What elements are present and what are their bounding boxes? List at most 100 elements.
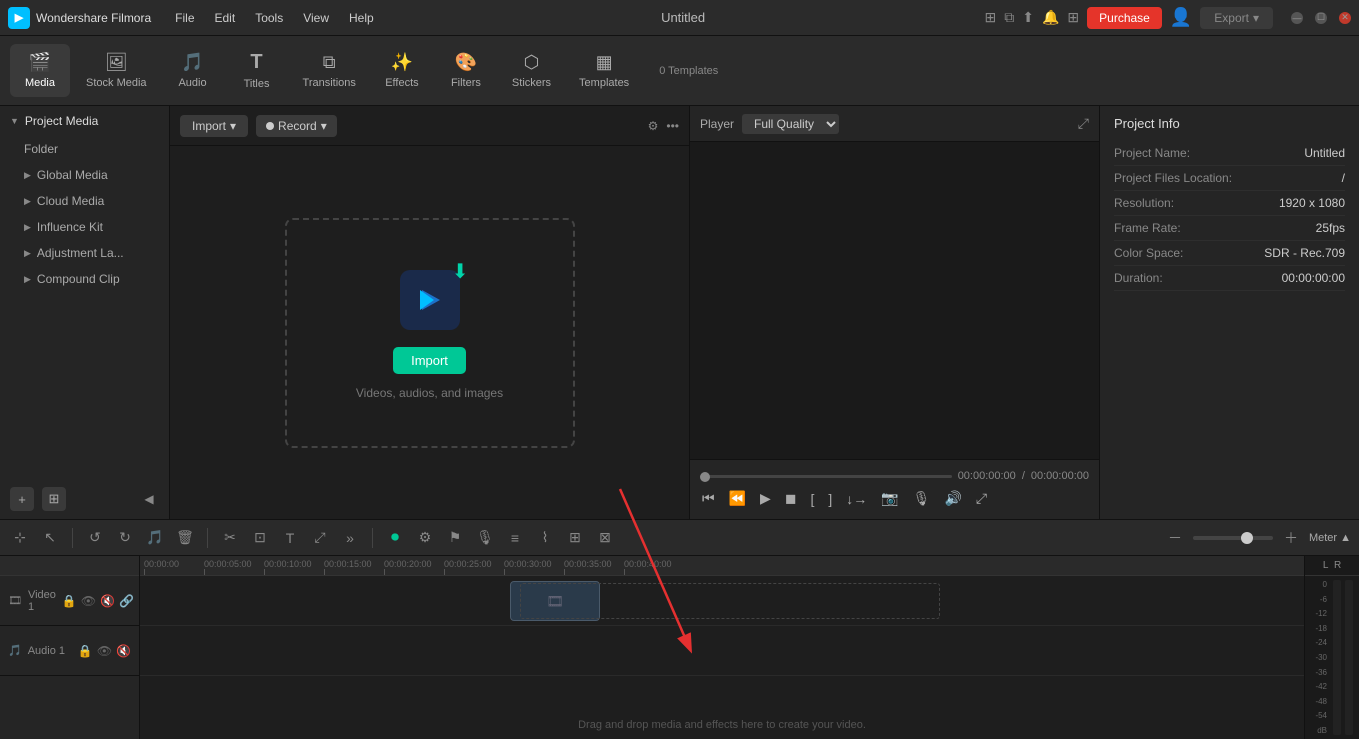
cloud-media-label: Cloud Media (37, 194, 104, 208)
avatar-icon[interactable]: 👤 (1170, 7, 1192, 28)
tl-merge[interactable]: ⊞ (563, 526, 587, 550)
tl-select-tool[interactable]: ⊹ (8, 526, 32, 550)
volume-button[interactable]: 🔊 (942, 488, 963, 509)
tl-text[interactable]: T (278, 526, 302, 550)
meter-bars: 0 -6 -12 -18 -24 -30 -36 -42 -48 -54 dB (1305, 576, 1359, 739)
record-button[interactable]: Record ▾ (256, 115, 337, 137)
add-folder-button[interactable]: + (10, 487, 34, 511)
icon-resize[interactable]: ⊞ (985, 9, 997, 26)
seek-bar[interactable]: 00:00:00:00 / 00:00:00:00 (700, 470, 1089, 482)
track-video1[interactable]: 🎞 (140, 576, 1304, 626)
influence-kit-item[interactable]: ▶ Influence Kit (0, 214, 169, 240)
compound-clip-item[interactable]: ▶ Compound Clip (0, 266, 169, 292)
tl-audio-track[interactable]: ≡ (503, 526, 527, 550)
zoom-slider[interactable] (1193, 536, 1273, 540)
zoom-track[interactable] (1193, 536, 1273, 540)
add-to-timeline-button[interactable]: ↓→ (844, 489, 869, 509)
tab-stickers[interactable]: ⬡ Stickers (500, 44, 563, 97)
track-audio1[interactable] (140, 626, 1304, 676)
fullscreen-icon[interactable]: ⤢ (1078, 115, 1089, 131)
tab-titles[interactable]: T Titles (227, 43, 287, 98)
prev-frame-button[interactable]: ⏮ (700, 488, 717, 509)
icon-upload[interactable]: ⬆ (1022, 9, 1034, 26)
video-link-icon[interactable]: 🔗 (119, 594, 134, 608)
tl-redo[interactable]: ↻ (113, 526, 137, 550)
stop-button[interactable]: ◼ (783, 488, 799, 509)
tab-effects[interactable]: ✨ Effects (372, 44, 432, 97)
audio-eye-icon[interactable]: 👁 (97, 644, 112, 658)
tl-zoom-out[interactable]: － (1163, 526, 1187, 550)
icon-bell[interactable]: 🔔 (1042, 9, 1059, 26)
media-drop-zone[interactable]: ⬇ Import Videos, audios, and images (170, 146, 689, 519)
global-media-item[interactable]: ▶ Global Media (0, 162, 169, 188)
tl-audio-detach[interactable]: 🎵 (143, 526, 167, 550)
tl-cut[interactable]: ✂ (218, 526, 242, 550)
timeline-right-controls: － ＋ Meter ▲ (1163, 526, 1351, 550)
video-eye-icon[interactable]: 👁 (81, 594, 96, 608)
icon-copy[interactable]: ⧉ (1004, 9, 1014, 26)
seek-thumb[interactable] (700, 472, 710, 482)
mark-in-button[interactable]: [ (808, 489, 816, 509)
tl-mic[interactable]: 🎙 (473, 526, 497, 550)
zoom-thumb[interactable] (1241, 532, 1253, 544)
tl-zoom-in[interactable]: ＋ (1279, 526, 1303, 550)
add-item-button[interactable]: ⊞ (42, 487, 66, 511)
video-lock-icon[interactable]: 🔒 (62, 594, 77, 608)
tab-audio[interactable]: 🎵 Audio (163, 44, 223, 97)
project-media-header[interactable]: ▼ Project Media (0, 106, 169, 136)
tl-fit[interactable]: ⤢ (308, 526, 332, 550)
tl-delete[interactable]: 🗑 (173, 526, 197, 550)
purchase-button[interactable]: Purchase (1087, 7, 1162, 29)
menu-edit[interactable]: Edit (207, 7, 244, 29)
video-drop-zone[interactable] (520, 583, 940, 619)
menu-view[interactable]: View (295, 7, 337, 29)
tl-scale-down[interactable]: ⊠ (593, 526, 617, 550)
tab-templates[interactable]: ▦ Templates (567, 44, 641, 97)
tl-record-btn[interactable]: ⏺ (383, 526, 407, 550)
tl-split[interactable]: ⌇ (533, 526, 557, 550)
quality-select[interactable]: Full Quality 1/2 Quality 1/4 Quality (742, 114, 839, 134)
menu-file[interactable]: File (167, 7, 202, 29)
collapse-panel-button[interactable]: ◀ (139, 489, 159, 509)
adjustment-layer-item[interactable]: ▶ Adjustment La... (0, 240, 169, 266)
import-button[interactable]: Import ▾ (180, 115, 248, 137)
folder-item[interactable]: Folder (0, 136, 169, 162)
import-big-button[interactable]: Import (393, 347, 466, 374)
mark-out-button[interactable]: ] (826, 489, 834, 509)
tl-flag[interactable]: ⚑ (443, 526, 467, 550)
0-templates-badge: 0 Templates (659, 65, 718, 77)
tab-stock-media[interactable]: 🖼 Stock Media (74, 44, 159, 97)
more-options-icon[interactable]: ••• (666, 119, 679, 133)
timeline-ruler[interactable]: 00:00:00 00:00:05:00 00:00:10:00 00:00:1… (140, 556, 1304, 576)
icon-grid[interactable]: ⊞ (1067, 9, 1079, 26)
audio-mute-icon[interactable]: 🔇 (116, 644, 131, 658)
maximize-button[interactable]: ☐ (1315, 12, 1327, 24)
cloud-media-item[interactable]: ▶ Cloud Media (0, 188, 169, 214)
menu-tools[interactable]: Tools (247, 7, 291, 29)
tab-filters[interactable]: 🎨 Filters (436, 44, 496, 97)
zoom-fit-button[interactable]: ⤢ (974, 488, 989, 509)
voiceover-button[interactable]: 🎙 (911, 488, 933, 509)
menu-help[interactable]: Help (341, 7, 382, 29)
minimize-button[interactable]: — (1291, 12, 1303, 24)
import-drop-zone[interactable]: ⬇ Import Videos, audios, and images (285, 218, 575, 448)
seek-track[interactable] (700, 475, 952, 478)
close-button[interactable]: ✕ (1339, 12, 1351, 24)
tl-undo[interactable]: ↺ (83, 526, 107, 550)
step-back-button[interactable]: ⏪ (727, 488, 748, 509)
filter-icon[interactable]: ⚙ (648, 119, 659, 133)
tl-settings[interactable]: ⚙ (413, 526, 437, 550)
audio-lock-icon[interactable]: 🔒 (78, 644, 93, 658)
tl-more[interactable]: » (338, 526, 362, 550)
play-button[interactable]: ▶ (758, 488, 773, 509)
tl-crop[interactable]: ⊡ (248, 526, 272, 550)
tab-media[interactable]: 🎬 Media (10, 44, 70, 97)
titlebar-right: ⊞ ⧉ ⬆ 🔔 ⊞ Purchase 👤 Export ▾ — ☐ ✕ (985, 7, 1351, 29)
tab-filters-label: Filters (451, 77, 481, 89)
video-mute-icon[interactable]: 🔇 (100, 594, 115, 608)
snapshot-button[interactable]: 📷 (879, 488, 900, 509)
tab-transitions[interactable]: ⧉ Transitions (291, 44, 368, 97)
tl-edit-tool[interactable]: ↖ (38, 526, 62, 550)
export-button[interactable]: Export ▾ (1200, 7, 1273, 29)
meter-val-24: -24 (1315, 638, 1327, 647)
